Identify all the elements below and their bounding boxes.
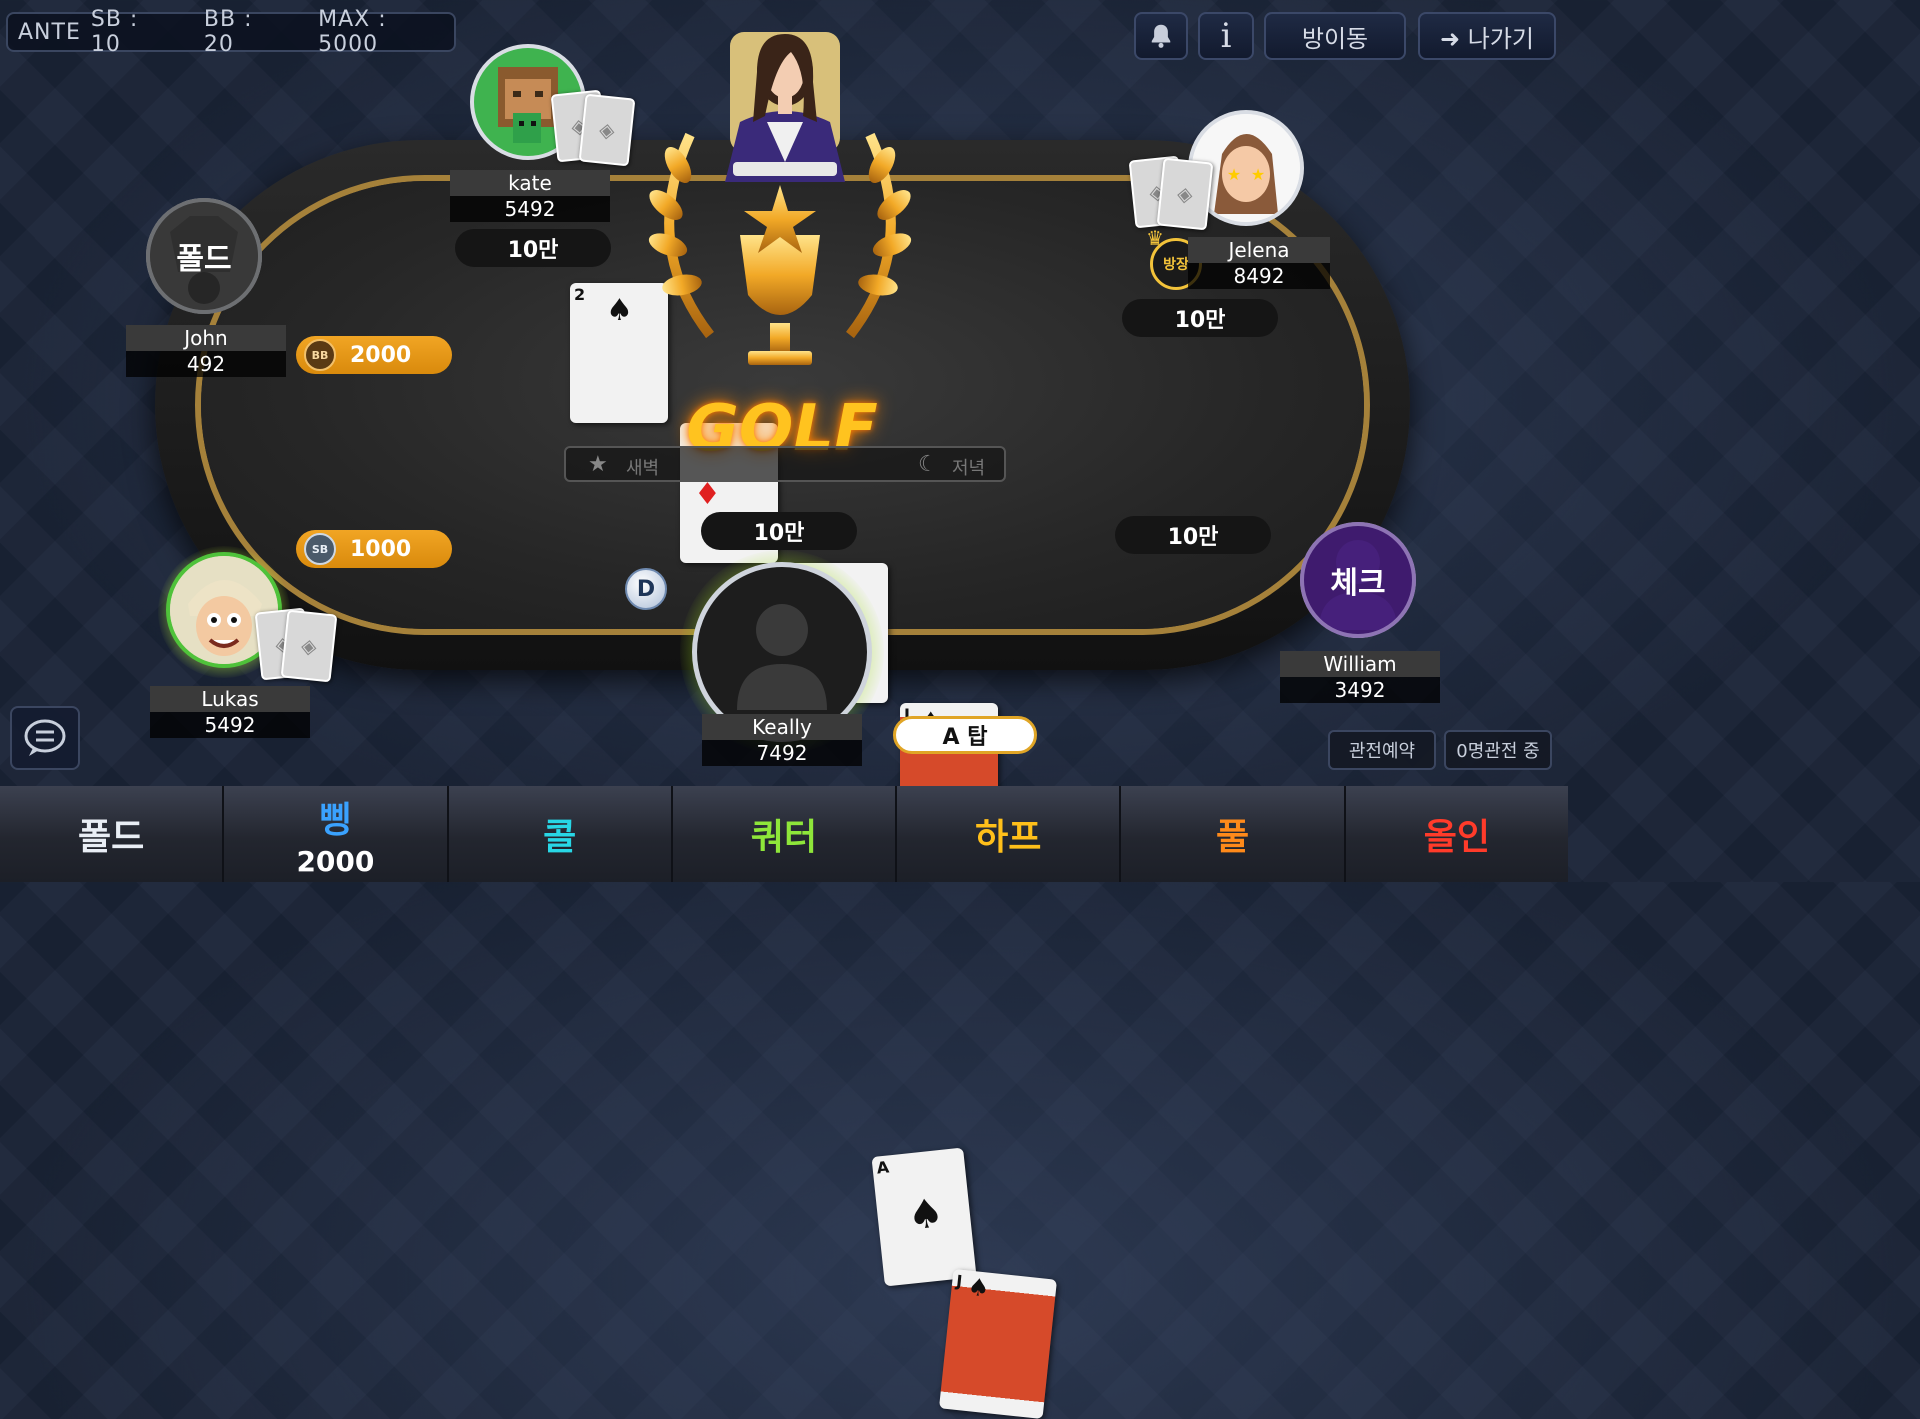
player-chips: 5492 — [204, 713, 256, 737]
fold-status-john: 폴드 — [146, 198, 262, 314]
action-label: 콜 — [543, 817, 577, 858]
sb-label: SB : 10 — [90, 7, 139, 57]
dawn-label: 새벽 — [626, 458, 660, 479]
action-label: 풀 — [1215, 817, 1250, 858]
nameplate-keally: Keally 7492 — [702, 714, 862, 766]
bb-amount: 2000 — [350, 342, 412, 368]
hand-rank-label: A 탑 — [893, 716, 1037, 754]
player-chips: 7492 — [756, 741, 808, 765]
ante-label: ANTE — [18, 19, 81, 45]
action-label: 하프 — [975, 817, 1042, 858]
bet-amount-william: 10만 — [1115, 516, 1271, 554]
player-chips: 8492 — [1233, 264, 1285, 288]
player-name: William — [1280, 651, 1440, 677]
full-button[interactable]: 풀 — [1121, 786, 1346, 882]
player-chips: 5492 — [504, 197, 556, 221]
host-badge-label: 방장 — [1163, 257, 1189, 273]
nameplate-lukas: Lukas 5492 — [150, 686, 310, 738]
bb-label: BB : 20 — [203, 7, 253, 57]
bet-amount-jelena: 10만 — [1122, 299, 1278, 337]
day-night-bar: ★ 새벽 ☾ 저녁 — [564, 446, 1006, 482]
action-label: 폴드 — [78, 817, 145, 858]
sb-chip-icon: SB — [304, 533, 336, 565]
jelena-hole-card: ◈ — [1156, 157, 1214, 231]
svg-text:★: ★ — [1227, 165, 1241, 184]
crown-icon: ♛ — [1146, 226, 1164, 250]
move-room-button[interactable]: 방이동 — [1264, 12, 1406, 60]
sb-amount: 1000 — [350, 536, 412, 562]
action-label: 삥 — [318, 799, 352, 841]
lukas-hole-card: ◈ — [280, 609, 338, 683]
moon-icon: ☾ — [918, 452, 938, 477]
star-icon: ★ — [588, 452, 608, 477]
evening-label: 저녁 — [952, 458, 986, 479]
bbing-button[interactable]: 삥 2000 — [224, 786, 449, 882]
chat-icon — [24, 719, 66, 756]
action-label: 올인 — [1423, 817, 1490, 858]
call-button[interactable]: 콜 — [448, 786, 673, 882]
max-label: MAX : 5000 — [318, 7, 387, 57]
nameplate-jelena: Jelena 8492 — [1188, 237, 1330, 289]
bell-icon — [1151, 24, 1171, 48]
svg-text:★: ★ — [1251, 165, 1265, 184]
player-name: Lukas — [150, 686, 310, 712]
check-status-william: 체크 — [1300, 522, 1416, 638]
my-hole-card: J ♠ — [938, 1268, 1058, 1419]
nameplate-john: John 492 — [126, 325, 286, 377]
bet-amount-kate: 10만 — [455, 229, 611, 267]
player-chips: 3492 — [1334, 678, 1386, 702]
spectator-count: 0명관전 중 — [1444, 730, 1552, 770]
quarter-button[interactable]: 쿼터 — [672, 786, 898, 882]
default-user-icon — [737, 604, 827, 710]
all-in-button[interactable]: 올인 — [1345, 786, 1568, 882]
big-blind-bet: BB 2000 — [296, 336, 452, 374]
player-name: Jelena — [1188, 237, 1330, 263]
half-button[interactable]: 하프 — [897, 786, 1122, 882]
player-name: kate — [450, 170, 610, 196]
player-name: John — [126, 325, 286, 351]
notification-button[interactable] — [1134, 12, 1188, 60]
spectate-reserve-button[interactable]: 관전예약 — [1328, 730, 1436, 770]
dealer-button: D — [625, 568, 667, 610]
action-label: 쿼터 — [750, 817, 818, 858]
action-bar: 폴드 삥 2000 콜 쿼터 하프 풀 올인 — [0, 786, 1568, 882]
info-button[interactable]: i — [1198, 12, 1254, 60]
small-blind-bet: SB 1000 — [296, 530, 452, 568]
action-amount: 2000 — [296, 844, 375, 878]
player-chips: 492 — [186, 352, 226, 376]
nameplate-william: William 3492 — [1280, 651, 1440, 703]
trophy-wreath-icon — [648, 132, 912, 365]
bb-chip-icon: BB — [304, 339, 336, 371]
kate-hole-card: ◈ — [578, 93, 636, 167]
exit-button[interactable]: ➜ 나가기 — [1418, 12, 1556, 60]
my-hole-card: A ♠ — [871, 1147, 977, 1287]
player-name: Keally — [702, 714, 862, 740]
fold-button[interactable]: 폴드 — [0, 786, 225, 882]
bet-amount-keally: 10만 — [701, 512, 857, 550]
nameplate-kate: kate 5492 — [450, 170, 610, 222]
blinds-info: ANTE SB : 10 BB : 20 MAX : 5000 — [6, 7, 456, 57]
chat-button[interactable] — [10, 706, 80, 770]
